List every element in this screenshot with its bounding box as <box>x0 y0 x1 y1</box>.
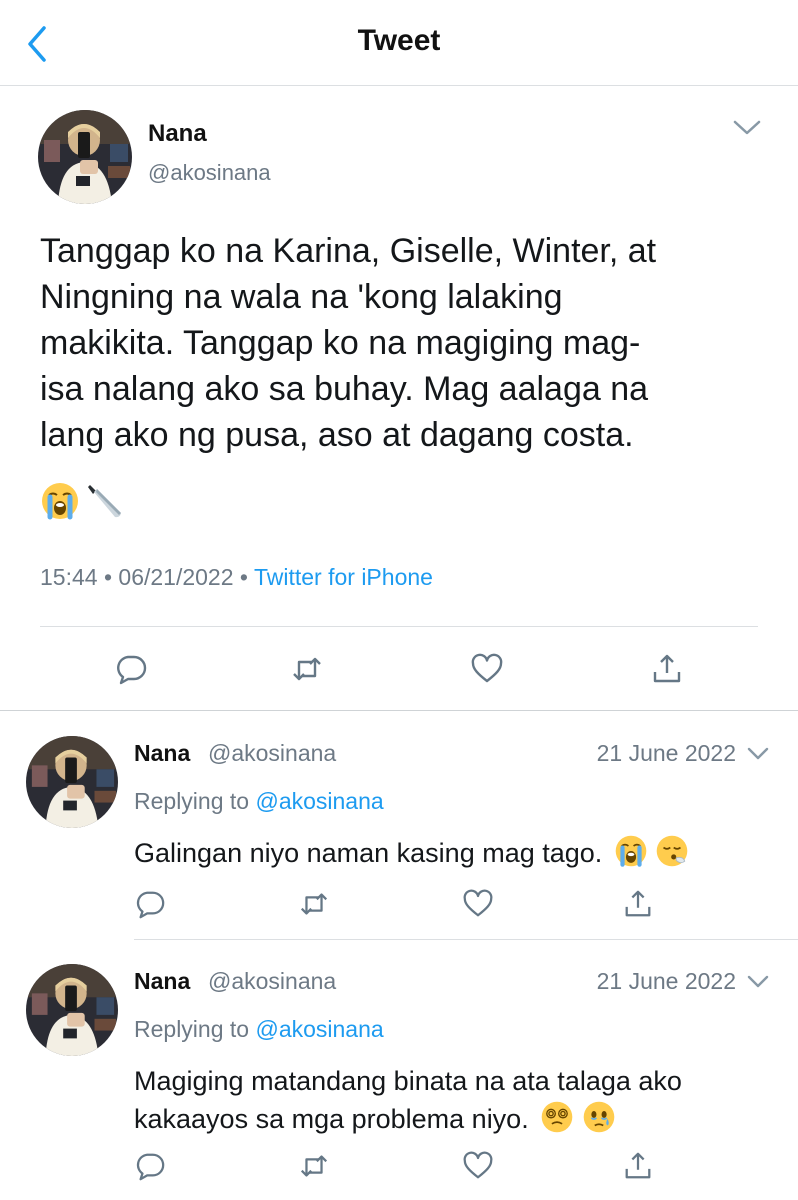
tweet-date: 06/21/2022 <box>118 564 234 590</box>
tweet-source-link[interactable]: Twitter for iPhone <box>254 564 433 590</box>
divider <box>40 626 758 627</box>
top-nav-bar: Tweet <box>0 0 798 86</box>
reply-author-name[interactable]: Nana <box>134 740 190 767</box>
reply-tweet[interactable]: Nana @akosinana 21 June 2022 Replying to… <box>0 940 798 1168</box>
reply-icon[interactable] <box>134 888 166 920</box>
avatar[interactable] <box>38 110 132 204</box>
chevron-down-icon[interactable] <box>732 118 762 138</box>
reply-text: Magiging matandang binata na ata talaga … <box>134 1062 774 1138</box>
tweet-actions <box>0 652 798 686</box>
share-icon[interactable] <box>650 652 684 686</box>
face-exhaling-emoji <box>655 834 689 868</box>
tweet-text: Tanggap ko na Karina, Giselle, Winter, a… <box>40 232 657 454</box>
mention-link[interactable]: @akosinana <box>255 788 383 814</box>
knife-emoji <box>84 481 124 521</box>
avatar[interactable] <box>26 964 118 1056</box>
tweet-meta: 15:44 • 06/21/2022 • Twitter for iPhone <box>40 564 433 591</box>
tweet-time: 15:44 <box>40 564 98 590</box>
face-holding-back-tears-emoji <box>582 1100 616 1134</box>
author-name[interactable]: Nana <box>148 120 207 148</box>
reply-icon[interactable] <box>134 1150 166 1182</box>
share-icon[interactable] <box>622 1150 654 1182</box>
reply-actions <box>0 888 798 920</box>
like-icon[interactable] <box>470 652 504 686</box>
tweet-emojis <box>40 478 124 524</box>
reply-author-handle[interactable]: @akosinana <box>208 740 336 767</box>
replying-to-line: Replying to @akosinana <box>134 788 384 815</box>
like-icon[interactable] <box>462 1150 494 1182</box>
loudly-crying-face-emoji <box>614 834 648 868</box>
retweet-icon[interactable] <box>298 1150 330 1182</box>
face-with-spiral-eyes-emoji <box>540 1100 574 1134</box>
reply-date: 21 June 2022 <box>596 740 736 766</box>
reply-text-body: Galingan niyo naman kasing mag tago. <box>134 838 603 868</box>
replying-to-label: Replying to <box>134 788 250 814</box>
reply-date: 21 June 2022 <box>596 968 736 994</box>
avatar[interactable] <box>26 736 118 828</box>
reply-icon[interactable] <box>114 652 148 686</box>
chevron-down-icon[interactable] <box>746 974 770 990</box>
chevron-down-icon[interactable] <box>746 746 770 762</box>
reply-author-name[interactable]: Nana <box>134 968 190 995</box>
retweet-icon[interactable] <box>290 652 324 686</box>
replying-to-label: Replying to <box>134 1016 250 1042</box>
like-icon[interactable] <box>462 888 494 920</box>
meta-separator: • <box>239 564 248 590</box>
page-title: Tweet <box>357 24 441 57</box>
section-separator <box>0 710 798 711</box>
reply-tweet[interactable]: Nana @akosinana 21 June 2022 Replying to… <box>0 712 798 940</box>
author-handle[interactable]: @akosinana <box>148 160 271 186</box>
loudly-crying-face-emoji <box>40 481 80 521</box>
mention-link[interactable]: @akosinana <box>255 1016 383 1042</box>
meta-separator: • <box>103 564 113 590</box>
share-icon[interactable] <box>622 888 654 920</box>
replying-to-line: Replying to @akosinana <box>134 1016 384 1043</box>
reply-author-handle[interactable]: @akosinana <box>208 968 336 995</box>
retweet-icon[interactable] <box>298 888 330 920</box>
reply-text: Galingan niyo naman kasing mag tago. <box>134 834 774 872</box>
reply-actions <box>0 1150 798 1182</box>
